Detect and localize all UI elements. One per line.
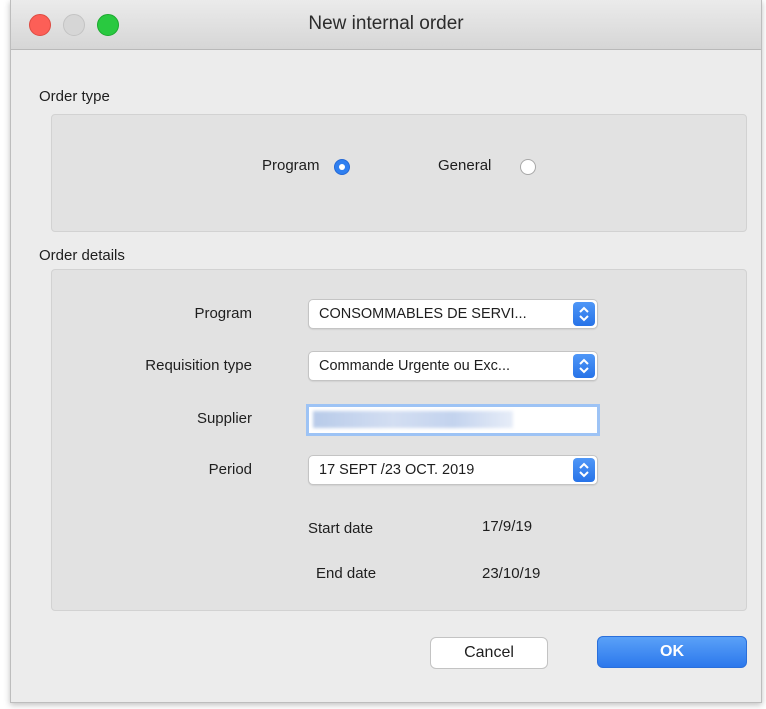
requisition-type-select-value: Commande Urgente ou Exc... — [319, 358, 511, 374]
start-date-label: Start date — [308, 520, 374, 537]
supplier-field[interactable] — [306, 404, 600, 436]
program-label: Program — [194, 305, 252, 322]
period-select[interactable]: 17 SEPT /23 OCT. 2019 — [308, 455, 598, 485]
period-label: Period — [208, 461, 252, 478]
program-radio-label[interactable]: Program — [262, 157, 320, 174]
order-details-group: Program CONSOMMABLES DE SERVI... Requisi… — [51, 269, 747, 611]
order-details-heading: Order details — [39, 247, 125, 264]
order-type-heading: Order type — [39, 88, 110, 105]
end-date-label: End date — [316, 565, 377, 582]
title-bar: New internal order — [11, 0, 761, 50]
requisition-type-label: Requisition type — [145, 357, 252, 374]
start-date-value: 17/9/19 — [482, 518, 533, 535]
order-type-group: Program General — [51, 114, 747, 232]
dialog-window: New internal order Order type Program Ge… — [10, 0, 762, 703]
cancel-button[interactable]: Cancel — [430, 637, 548, 669]
program-select[interactable]: CONSOMMABLES DE SERVI... — [308, 299, 598, 329]
requisition-type-select[interactable]: Commande Urgente ou Exc... — [308, 351, 598, 381]
supplier-redacted-value — [313, 411, 513, 428]
updown-chevron-icon — [573, 458, 595, 482]
updown-chevron-icon — [573, 354, 595, 378]
program-radio[interactable] — [334, 159, 350, 175]
general-radio[interactable] — [520, 159, 536, 175]
end-date-value: 23/10/19 — [482, 565, 541, 582]
supplier-label: Supplier — [196, 410, 252, 427]
general-radio-label[interactable]: General — [438, 157, 491, 174]
updown-chevron-icon — [573, 302, 595, 326]
program-select-value: CONSOMMABLES DE SERVI... — [319, 306, 527, 322]
window-title: New internal order — [308, 13, 464, 34]
period-select-value: 17 SEPT /23 OCT. 2019 — [319, 462, 475, 478]
ok-button[interactable]: OK — [597, 636, 747, 668]
